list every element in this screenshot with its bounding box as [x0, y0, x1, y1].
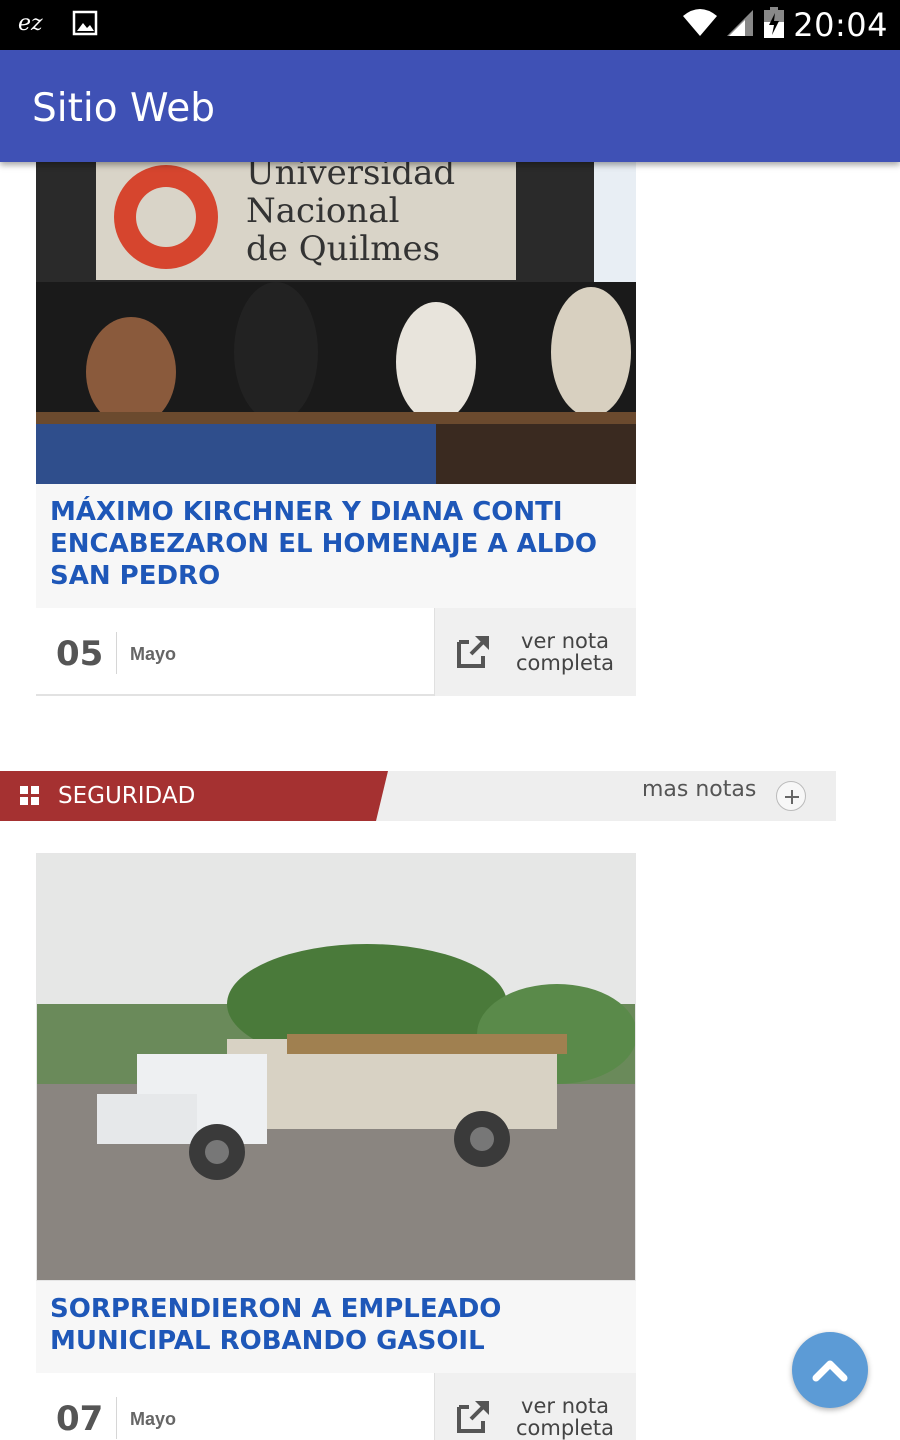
article-photo[interactable]: [36, 853, 636, 1281]
chevron-up-icon: [812, 1360, 848, 1382]
news-feed[interactable]: Universidad Nacional de Quilmes MÁXIMO K…: [0, 162, 900, 1440]
date-day: 05: [56, 634, 104, 674]
article-title-box[interactable]: MÁXIMO KIRCHNER Y DIANA CONTI ENCABEZARO…: [36, 484, 636, 608]
article-footer: 07 Mayo ver nota completa: [36, 1373, 636, 1440]
date-day: 07: [56, 1399, 104, 1439]
grid-icon: [20, 786, 39, 805]
app-bar: Sitio Web: [0, 50, 900, 162]
plus-button[interactable]: [776, 781, 806, 811]
image-icon: [72, 10, 98, 41]
section-tab[interactable]: SEGURIDAD: [0, 771, 388, 821]
date-month: Mayo: [130, 1409, 177, 1429]
article-footer: 05 Mayo ver nota completa: [36, 608, 636, 696]
signal-icon: [727, 8, 755, 43]
scroll-top-button[interactable]: [792, 1332, 868, 1408]
svg-text:de Quilmes: de Quilmes: [246, 229, 440, 269]
mas-notas-link[interactable]: mas notas: [642, 777, 756, 802]
article-title[interactable]: SORPRENDIERON A EMPLEADO MUNICIPAL ROBAN…: [50, 1293, 622, 1357]
date-month: Mayo: [130, 644, 177, 664]
external-link-icon: [455, 634, 491, 675]
svg-text:Universidad: Universidad: [246, 162, 455, 193]
external-link-icon: [455, 1399, 491, 1440]
article-photo[interactable]: Universidad Nacional de Quilmes: [36, 162, 636, 484]
wifi-icon: [681, 8, 719, 43]
ver-nota-label: ver nota completa: [515, 629, 615, 675]
status-bar: ez 20:04: [0, 0, 900, 50]
article-title-box[interactable]: SORPRENDIERON A EMPLEADO MUNICIPAL ROBAN…: [36, 1281, 636, 1373]
article-title[interactable]: MÁXIMO KIRCHNER Y DIANA CONTI ENCABEZARO…: [50, 496, 622, 592]
section-header: SEGURIDAD mas notas: [0, 771, 836, 821]
status-time: 20:04: [793, 6, 888, 44]
ver-nota-button[interactable]: ver nota completa: [434, 1373, 636, 1440]
ellipsis-icon: ez: [18, 11, 52, 39]
date-divider: [116, 1397, 117, 1439]
plus-icon: [785, 790, 799, 804]
svg-text:Nacional: Nacional: [246, 191, 399, 231]
svg-text:ez: ez: [18, 12, 43, 34]
date-divider: [116, 632, 117, 674]
battery-icon: [763, 6, 785, 44]
ver-nota-button[interactable]: ver nota completa: [434, 608, 636, 696]
section-label: SEGURIDAD: [58, 783, 196, 809]
ver-nota-label: ver nota completa: [515, 1394, 615, 1440]
app-title: Sitio Web: [32, 86, 216, 131]
